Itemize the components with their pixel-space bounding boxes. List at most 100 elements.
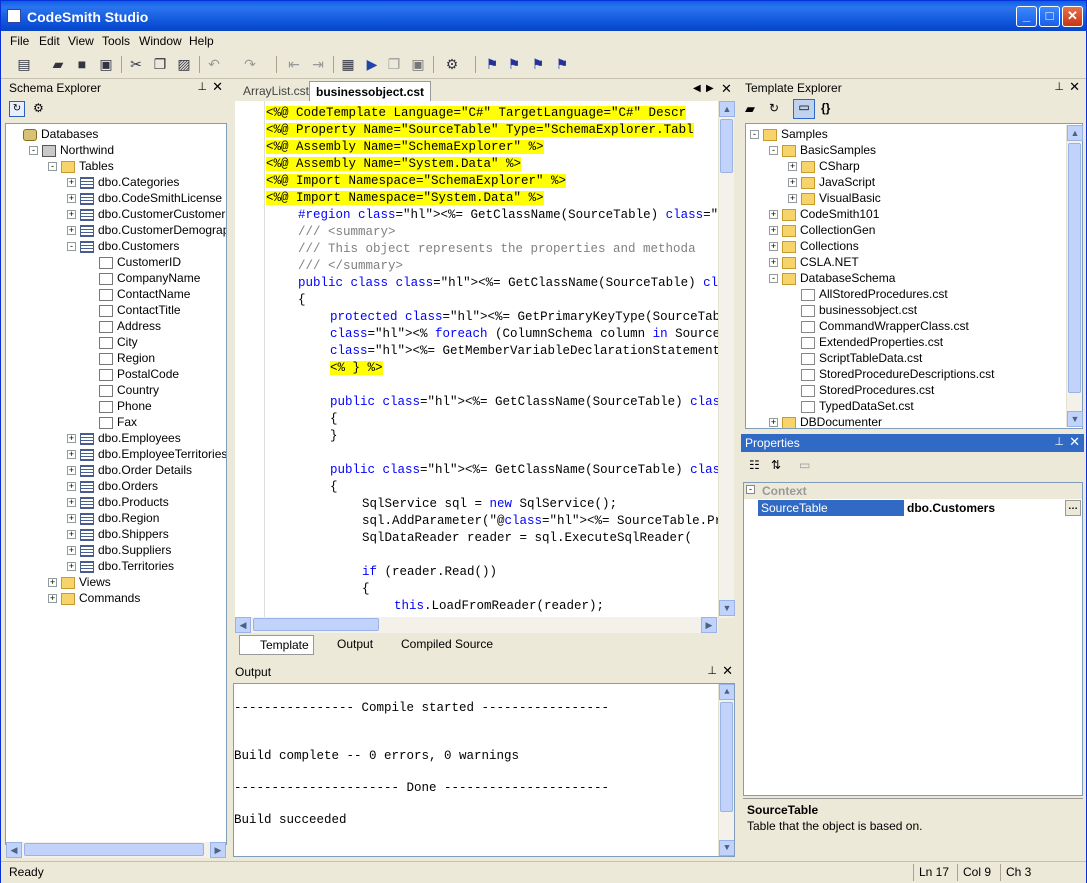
tree-item[interactable]: + CollectionGen (769, 222, 875, 238)
tree-item[interactable]: + dbo.Suppliers (67, 542, 171, 558)
menu-tools[interactable]: Tools (102, 34, 130, 48)
properties-icon[interactable]: ⚙ (443, 55, 461, 73)
undo-icon[interactable]: ↶ (205, 55, 223, 73)
collapse-icon[interactable]: - (750, 130, 759, 140)
expand-icon[interactable]: + (67, 194, 76, 204)
tree-item[interactable]: businessobject.cst (788, 302, 917, 318)
expand-icon[interactable]: + (67, 482, 76, 492)
tree-item[interactable]: Region (86, 350, 155, 366)
open-folder-icon[interactable]: ▰ (745, 101, 755, 117)
expand-icon[interactable]: + (67, 178, 76, 188)
collapse-icon[interactable]: - (29, 146, 38, 156)
tree-item[interactable]: Country (86, 382, 159, 398)
tree-item[interactable]: + CSharp (788, 158, 860, 174)
close-icon[interactable]: ✕ (212, 79, 223, 95)
connect-icon[interactable]: ⚙ (33, 101, 49, 117)
expand-icon[interactable]: + (769, 226, 778, 236)
tab-close-icon[interactable]: ✕ (721, 81, 732, 97)
expand-icon[interactable]: + (67, 530, 76, 540)
tree-item[interactable]: ExtendedProperties.cst (788, 334, 943, 350)
tree-item[interactable]: - dbo.Customers (67, 238, 179, 254)
tree-item[interactable]: PostalCode (86, 366, 179, 382)
tree-item[interactable]: + dbo.Region (67, 510, 159, 526)
collapse-icon[interactable]: - (769, 146, 778, 156)
save-icon[interactable]: ■ (73, 55, 91, 73)
tree-item[interactable]: + Views (48, 574, 111, 590)
tree-item[interactable]: + Commands (48, 590, 140, 606)
expand-icon[interactable]: + (788, 178, 797, 188)
code-hscroll[interactable]: ◀ ▶ (235, 617, 718, 633)
tree-item[interactable]: ContactTitle (86, 302, 181, 318)
menu-help[interactable]: Help (189, 34, 214, 48)
tree-item[interactable]: - Tables (48, 158, 114, 174)
tab-compiled-source[interactable]: Compiled Source (383, 637, 493, 651)
tree-item[interactable]: + dbo.Territories (67, 558, 174, 574)
pin-icon[interactable]: ⊥ (707, 664, 717, 677)
collapse-icon[interactable]: - (746, 485, 755, 494)
tree-item[interactable]: + Collections (769, 238, 859, 254)
tree-item[interactable]: + DBDocumenter (769, 414, 882, 428)
tree-item[interactable]: - Northwind (29, 142, 114, 158)
menu-file[interactable]: File (10, 34, 29, 48)
expand-icon[interactable]: + (769, 418, 778, 428)
expand-icon[interactable]: + (48, 578, 57, 588)
save-output-icon[interactable]: ▣ (409, 55, 427, 73)
indent-icon[interactable]: ⇥ (309, 55, 327, 73)
ellipsis-button[interactable]: … (1065, 500, 1081, 516)
tree-item[interactable]: + dbo.CodeSmithLicense (67, 190, 222, 206)
output-vscroll[interactable]: ▲ ▼ (718, 684, 734, 856)
refresh-icon[interactable]: ↻ (769, 101, 779, 115)
toggle-bookmark-icon[interactable]: ⚑ (483, 55, 501, 73)
expand-icon[interactable]: + (67, 466, 76, 476)
open-folder-icon[interactable]: ▰ (49, 55, 67, 73)
expand-icon[interactable]: + (48, 594, 57, 604)
expand-icon[interactable]: + (67, 546, 76, 556)
next-bookmark-icon[interactable]: ⚑ (505, 55, 523, 73)
tree-item[interactable]: StoredProcedureDescriptions.cst (788, 366, 994, 382)
pin-icon[interactable]: ⊥ (1054, 80, 1064, 93)
paste-icon[interactable]: ▨ (175, 55, 193, 73)
tree-item[interactable]: + dbo.CustomerDemographics (67, 222, 226, 238)
alphabetical-icon[interactable]: ⇅ (771, 458, 781, 472)
prev-bookmark-icon[interactable]: ⚑ (529, 55, 547, 73)
code-editor[interactable]: <%@ CodeTemplate Language="C#" TargetLan… (235, 101, 734, 618)
expand-icon[interactable]: + (769, 242, 778, 252)
expand-icon[interactable]: + (67, 514, 76, 524)
tree-item[interactable]: + dbo.Orders (67, 478, 158, 494)
pin-icon[interactable]: ⊥ (197, 80, 207, 93)
tab-scroll-right-icon[interactable]: ▶ (706, 83, 714, 94)
expand-icon[interactable]: + (67, 210, 76, 220)
close-icon[interactable]: ✕ (1069, 79, 1080, 95)
cut-icon[interactable]: ✂ (127, 55, 145, 73)
build-icon[interactable]: ▦ (339, 55, 357, 73)
folder-view-icon[interactable]: ▭ (793, 99, 815, 119)
tab-output[interactable]: Output (319, 637, 373, 651)
tree-item[interactable]: + JavaScript (788, 174, 875, 190)
code-view-icon[interactable]: {} (821, 101, 830, 115)
expand-icon[interactable]: + (769, 210, 778, 220)
output-text[interactable]: ---------------- Compile started -------… (233, 683, 735, 857)
tab-template[interactable]: Template (239, 635, 314, 655)
schema-hscroll[interactable]: ◀ ▶ (6, 842, 226, 858)
categorized-icon[interactable]: ☷ (749, 458, 760, 472)
minimize-button[interactable]: _ (1016, 6, 1037, 27)
redo-icon[interactable]: ↷ (241, 55, 259, 73)
close-icon[interactable]: ✕ (722, 663, 733, 679)
tree-item[interactable]: + dbo.Shippers (67, 526, 169, 542)
tree-item[interactable]: + dbo.CustomerCustomerDemo (67, 206, 226, 222)
tree-item[interactable]: AllStoredProcedures.cst (788, 286, 948, 302)
collapse-icon[interactable]: - (769, 274, 778, 284)
menu-edit[interactable]: Edit (39, 34, 60, 48)
tree-item[interactable]: TypedDataSet.cst (788, 398, 914, 414)
tab-arraylist[interactable]: ArrayList.cst (243, 84, 309, 98)
tree-item[interactable]: ContactName (86, 286, 190, 302)
menu-window[interactable]: Window (139, 34, 182, 48)
outdent-icon[interactable]: ⇤ (285, 55, 303, 73)
template-vscroll[interactable]: ▲ ▼ (1066, 125, 1083, 427)
tree-item[interactable]: + dbo.Order Details (67, 462, 192, 478)
tree-item[interactable]: + CSLA.NET (769, 254, 859, 270)
tab-scroll-left-icon[interactable]: ◀ (693, 83, 701, 94)
tree-item[interactable]: + CodeSmith101 (769, 206, 879, 222)
tree-item[interactable]: City (86, 334, 138, 350)
close-icon[interactable]: ✕ (1069, 434, 1080, 450)
